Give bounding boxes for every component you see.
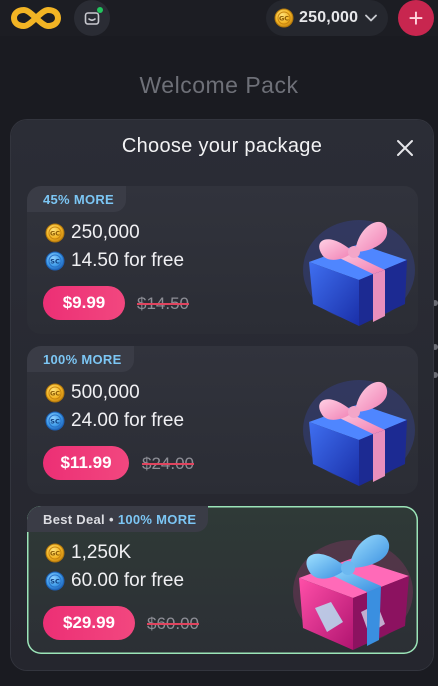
gift-box-icon [293,534,413,650]
sweeps-coin-icon: SC [45,571,65,591]
bonus-badge: 100% MORE [27,346,134,372]
sweeps-coin-amount-row: SC 14.50 for free [45,250,184,272]
gift-box-icon [303,220,415,326]
gold-coin-icon: GC [45,543,65,563]
page-title: Welcome Pack [139,72,299,98]
bonus-badge: 45% MORE [27,186,127,212]
top-bar: GC 250,000 + [0,0,438,36]
gift-box-icon [303,380,415,486]
package-card[interactable]: 100% MORE GC 500,000 SC 24.00 for free $… [27,346,418,494]
gold-coin-amount: 500,000 [71,382,140,403]
gold-coin-amount-row: GC 1,250K [45,542,131,564]
svg-text:GC: GC [50,550,60,558]
modal-title: Choose your package [121,135,323,157]
sweeps-coin-amount: 14.50 for free [71,250,185,271]
svg-text:GC: GC [50,390,60,398]
gold-coin-amount-row: GC 500,000 [45,382,140,404]
balance-amount: 250,000 [299,9,359,26]
gold-coin-amount: 1,250K [71,542,132,563]
chevron-down-icon [365,14,378,22]
sweeps-coin-amount: 24.00 for free [71,410,185,431]
close-button[interactable] [391,134,419,162]
sweeps-coin-icon: SC [45,251,65,271]
gold-coin-icon: GC [45,223,65,243]
original-price: $14.50 [137,294,189,313]
sweeps-coin-amount-row: SC 24.00 for free [45,410,184,432]
balance-selector[interactable]: GC 250,000 [266,0,388,36]
inbox-gift-button[interactable] [74,0,110,36]
buy-button[interactable]: $11.99 [43,446,129,480]
gold-coin-amount-row: GC 250,000 [45,222,140,244]
bonus-badge: Best Deal • 100% MORE [27,506,209,532]
buy-button[interactable]: $9.99 [43,286,125,320]
svg-text:GC: GC [50,230,60,238]
svg-text:GC: GC [279,15,289,23]
add-funds-button[interactable]: + [398,0,434,36]
package-modal: Choose your package 45% MORE GC 250,000 … [11,120,433,670]
original-price: $24.00 [142,454,194,473]
sweeps-coin-amount: 60.00 for free [71,570,185,591]
original-price: $60.00 [147,614,199,633]
svg-text:SC: SC [50,258,60,266]
notification-dot [97,7,103,13]
package-card[interactable]: 45% MORE GC 250,000 SC 14.50 for free $9… [27,186,418,334]
buy-button[interactable]: $29.99 [43,606,135,640]
package-card-best-deal[interactable]: Best Deal • 100% MORE GC 1,250K SC 60.00… [27,506,418,654]
gold-coin-icon: GC [45,383,65,403]
infinity-logo-icon[interactable] [8,3,64,33]
gold-coin-amount: 250,000 [71,222,140,243]
svg-text:SC: SC [50,578,60,586]
sweeps-coin-icon: SC [45,411,65,431]
close-icon [397,140,413,156]
gold-coin-icon: GC [274,8,294,28]
svg-text:SC: SC [50,418,60,426]
sweeps-coin-amount-row: SC 60.00 for free [45,570,184,592]
plus-icon: + [408,3,424,33]
